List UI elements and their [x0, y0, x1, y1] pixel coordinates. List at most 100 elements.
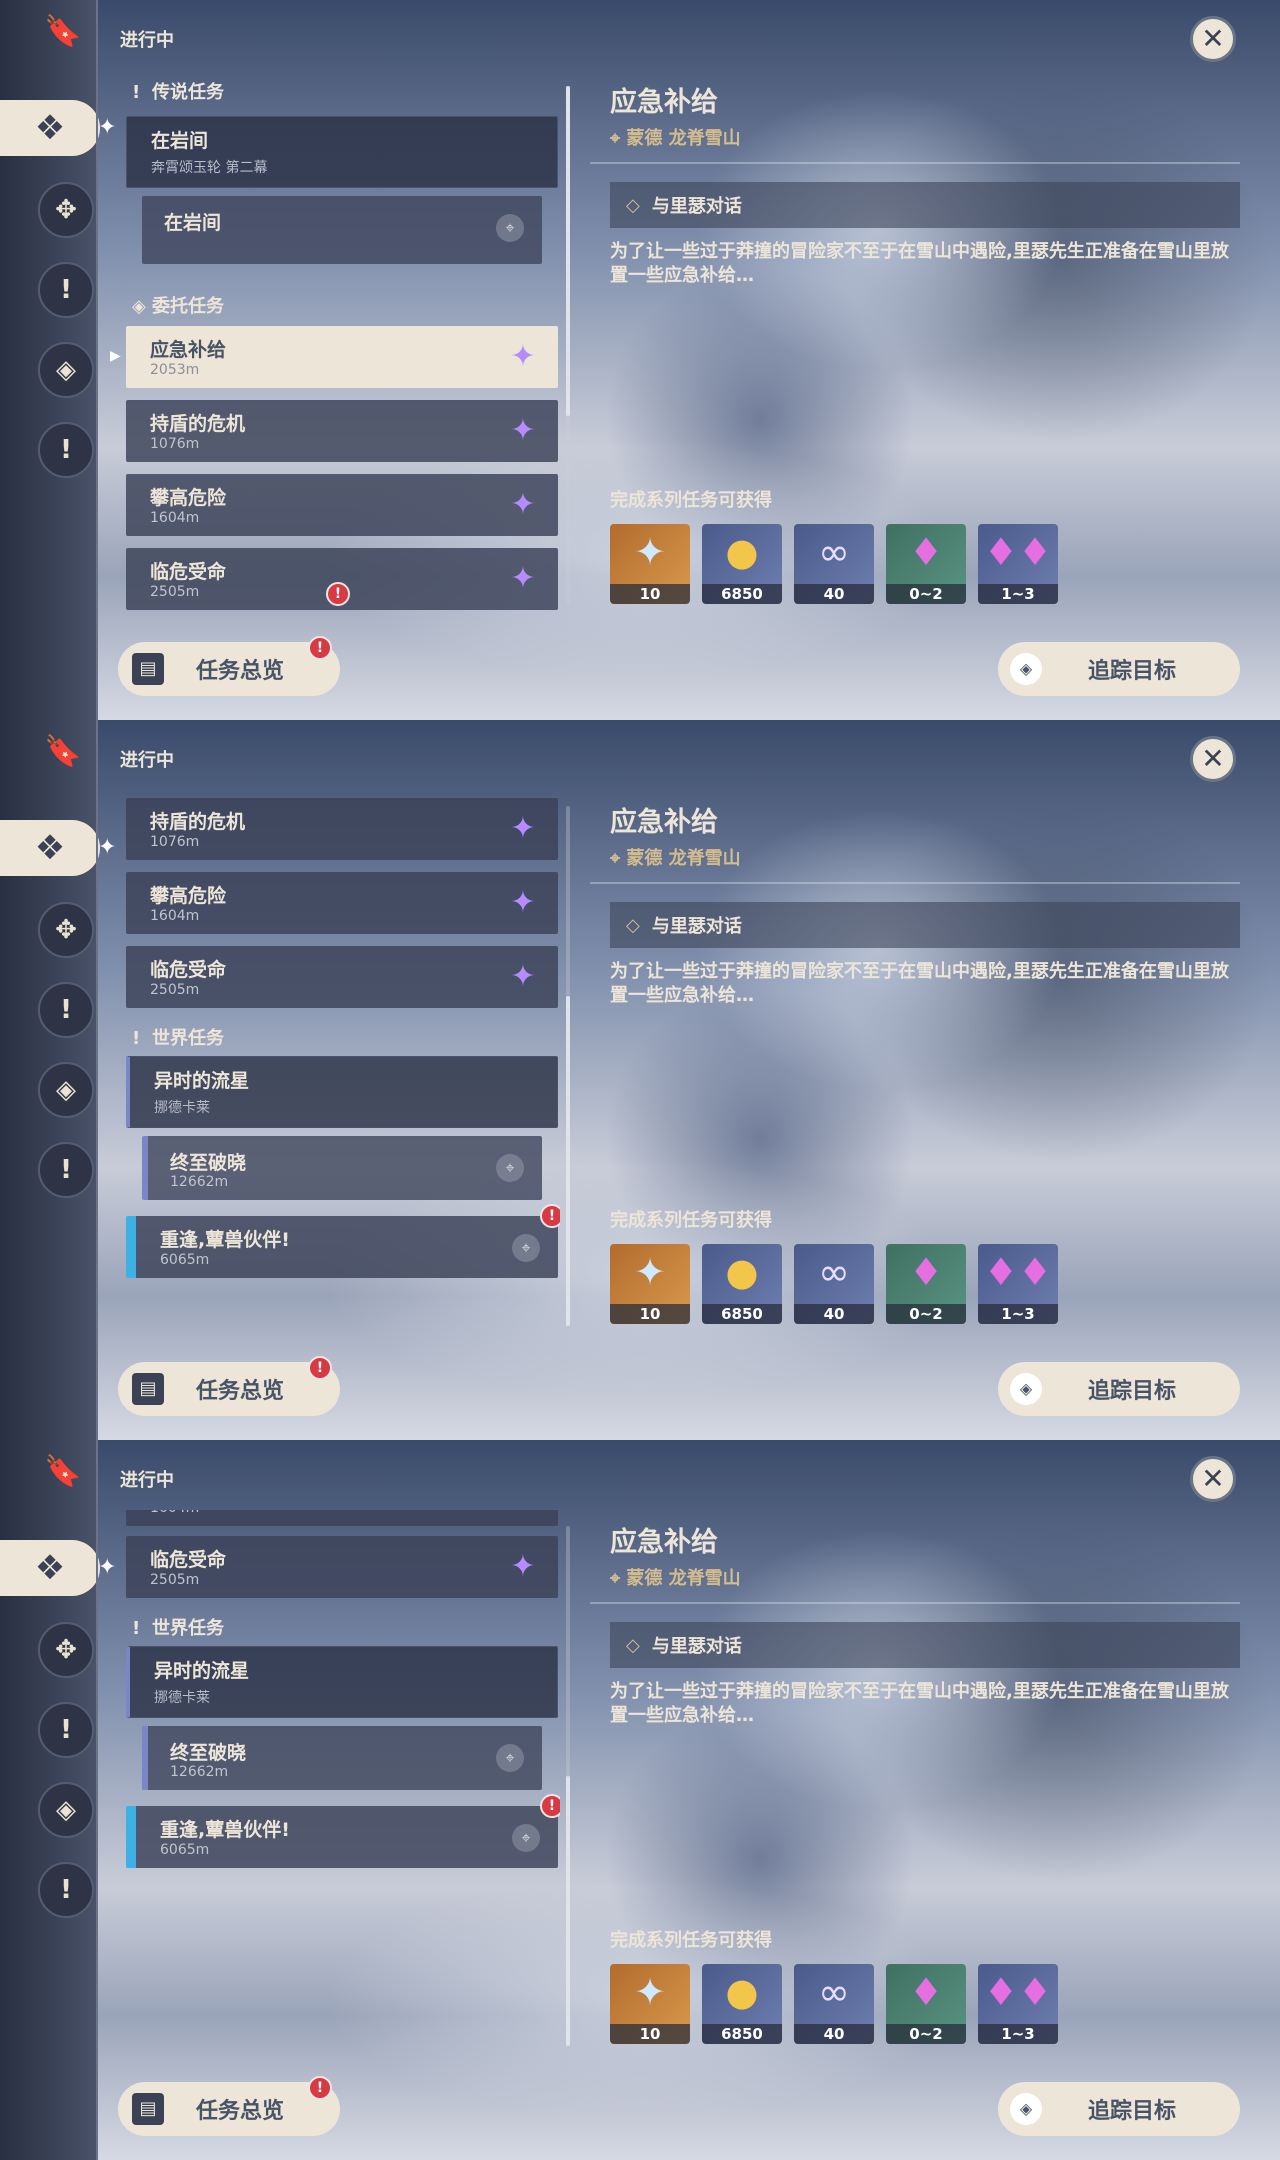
quest-title: 终至破晓 — [170, 1152, 247, 1174]
track-target-button[interactable]: ◈ 追踪目标 — [998, 2082, 1240, 2136]
archon-icon: ✥ — [55, 195, 77, 225]
quest-commission-2[interactable]: 持盾的危机 1076m ✦ — [126, 798, 558, 860]
quest-list[interactable]: 1604m 临危受命 2505m ✦ !世界任务 异时的流星 挪德卡莱 终至破晓… — [120, 1510, 560, 2050]
track-target-button[interactable]: ◈ 追踪目标 — [998, 1362, 1240, 1416]
quest-commission-4[interactable]: 临危受命 2505m ✦ — [126, 1536, 558, 1598]
reward-mora[interactable]: ● 6850 — [702, 1964, 782, 2044]
list-scrollbar[interactable] — [566, 86, 570, 606]
commission-gem-icon: ✦ — [510, 959, 536, 994]
rail-tab-all-quests[interactable]: ❖ — [0, 1540, 100, 1596]
reward-crystal-cluster[interactable]: ♦♦ 1~3 — [978, 1964, 1058, 2044]
rewards-list: ✦ 10 ● 6850 ∞ 40 ♦ 0~2 ♦♦ 1~3 — [610, 1244, 1058, 1324]
section-world: ! 世界任务 — [132, 1028, 224, 1049]
track-target-button[interactable]: ◈ 追踪目标 — [998, 642, 1240, 696]
rail-tab-world[interactable]: ! — [38, 1862, 94, 1918]
detail-description: 为了让一些过于莽撞的冒险家不至于在雪山中遇险,里瑟先生正准备在雪山里放置一些应急… — [610, 1681, 1229, 1726]
close-icon[interactable]: ✕ — [1190, 16, 1236, 62]
quest-commission-4[interactable]: 临危受命 2505m ✦ — [126, 946, 558, 1008]
rail-tab-archon[interactable]: ✥ — [38, 1622, 94, 1678]
reward-count: 10 — [610, 2024, 690, 2044]
rail-tab-legend[interactable]: ! — [38, 262, 94, 318]
quest-commission-1[interactable]: 应急补给 2053m ✦ — [126, 326, 558, 388]
quest-legend-main[interactable]: 在岩间 奔霄颂玉轮 第二幕 — [126, 116, 558, 188]
rail-tab-world[interactable]: ! — [38, 1142, 94, 1198]
quest-legend-sub[interactable]: 在岩间 ⌖ — [142, 196, 542, 264]
quest-panel-1: 🔖 ❖ ✥ ! ◈ ! ✦ 进行中 ! 传说任务 在岩间 奔霄颂玉轮 第二幕 在岩… — [0, 0, 1280, 720]
reward-count: 6850 — [702, 2024, 782, 2044]
reward-crystal-cluster[interactable]: ♦♦ 1~3 — [978, 524, 1058, 604]
scroll-thumb[interactable] — [566, 996, 570, 1326]
rewards-list: ✦ 10 ● 6850 ∞ 40 ♦ 0~2 ♦♦ 1~3 — [610, 524, 1058, 604]
exclamation-icon: ! — [60, 1155, 72, 1185]
reward-companionship[interactable]: ∞ 40 — [794, 1244, 874, 1324]
reward-crystal[interactable]: ♦ 0~2 — [886, 1244, 966, 1324]
quest-commission-2[interactable]: 持盾的危机 1076m ✦ — [126, 400, 558, 462]
location-pin-icon[interactable]: ⌖ — [496, 1744, 524, 1772]
reward-companionship[interactable]: ∞ 40 — [794, 524, 874, 604]
rail-tab-world[interactable]: ! — [38, 422, 94, 478]
quest-overview-button[interactable]: ▤ 任务总览 — [118, 1362, 340, 1416]
reward-count: 1~3 — [978, 2024, 1058, 2044]
detail-title: 应急补给 — [610, 1527, 718, 1558]
reward-primogem[interactable]: ✦ 10 — [610, 1244, 690, 1324]
quest-panel-3: 🔖 ❖ ✥ ! ◈ ! ✦ 进行中 1604m 临危受命 2505m ✦ !世界… — [0, 1440, 1280, 2160]
quest-world-sub[interactable]: 终至破晓 12662m ⌖ — [142, 1726, 542, 1790]
commission-gem-icon: ✦ — [510, 339, 536, 374]
rewards-label: 完成系列任务可获得 — [610, 1930, 772, 1951]
quest-world-2[interactable]: 重逢,蕈兽伙伴! 6065m ⌖ — [126, 1806, 558, 1868]
reward-crystal-cluster[interactable]: ♦♦ 1~3 — [978, 1244, 1058, 1324]
quest-commission-3-partial[interactable]: 1604m — [126, 1510, 558, 1526]
button-label: 任务总览 — [196, 659, 285, 684]
rail-tab-legend[interactable]: ! — [38, 1702, 94, 1758]
quest-list[interactable]: 持盾的危机 1076m ✦ 攀高危险 1604m ✦ 临危受命 2505m ✦ … — [120, 790, 560, 1330]
quest-distance: 6065m — [160, 1842, 210, 1858]
rail-tab-all-quests[interactable]: ❖ — [0, 820, 100, 876]
rail-tab-archon[interactable]: ✥ — [38, 902, 94, 958]
rail-tab-legend[interactable]: ! — [38, 982, 94, 1038]
quest-commission-3[interactable]: 攀高危险 1604m ✦ — [126, 474, 558, 536]
location-pin-icon[interactable]: ⌖ — [512, 1824, 540, 1852]
list-scrollbar[interactable] — [566, 1526, 570, 2046]
close-icon[interactable]: ✕ — [1190, 1456, 1236, 1502]
quest-book-icon[interactable]: 🔖 — [44, 734, 81, 778]
sparkle-icon: ✦ — [98, 1555, 117, 1580]
quest-title: 重逢,蕈兽伙伴! — [160, 1819, 290, 1841]
quest-book-icon[interactable]: 🔖 — [44, 1454, 81, 1498]
list-scrollbar[interactable] — [566, 806, 570, 1326]
quest-commission-3[interactable]: 攀高危险 1604m ✦ — [126, 872, 558, 934]
rail-tab-archon[interactable]: ✥ — [38, 182, 94, 238]
quest-title: 攀高危险 — [150, 487, 227, 509]
rail-tab-commission[interactable]: ◈ — [38, 1062, 94, 1118]
quest-book-icon[interactable]: 🔖 — [44, 14, 81, 58]
alert-badge: ! — [308, 2076, 332, 2100]
reward-primogem[interactable]: ✦ 10 — [610, 524, 690, 604]
commission-gem-icon: ✦ — [510, 811, 536, 846]
quest-title: 终至破晓 — [170, 1742, 247, 1764]
crystal-icon: ♦ — [908, 530, 944, 574]
track-diamond-icon: ◈ — [1010, 2093, 1042, 2125]
location-pin-icon[interactable]: ⌖ — [496, 214, 524, 242]
reward-crystal[interactable]: ♦ 0~2 — [886, 524, 966, 604]
rail-tab-commission[interactable]: ◈ — [38, 342, 94, 398]
close-icon[interactable]: ✕ — [1190, 736, 1236, 782]
quest-world-sub[interactable]: 终至破晓 12662m ⌖ — [142, 1136, 542, 1200]
reward-mora[interactable]: ● 6850 — [702, 524, 782, 604]
in-progress-label: 进行中 — [120, 30, 174, 51]
quest-world-2[interactable]: 重逢,蕈兽伙伴! 6065m ⌖ — [126, 1216, 558, 1278]
in-progress-label: 进行中 — [120, 1470, 174, 1491]
quest-world-main[interactable]: 异时的流星 挪德卡莱 — [126, 1056, 558, 1128]
location-pin-icon[interactable]: ⌖ — [496, 1154, 524, 1182]
location-pin-icon[interactable]: ⌖ — [512, 1234, 540, 1262]
scroll-thumb[interactable] — [566, 86, 570, 416]
quest-world-main[interactable]: 异时的流星 挪德卡莱 — [126, 1646, 558, 1718]
reward-primogem[interactable]: ✦ 10 — [610, 1964, 690, 2044]
quest-overview-button[interactable]: ▤ 任务总览 — [118, 642, 340, 696]
reward-companionship[interactable]: ∞ 40 — [794, 1964, 874, 2044]
reward-crystal[interactable]: ♦ 0~2 — [886, 1964, 966, 2044]
rail-tab-commission[interactable]: ◈ — [38, 1782, 94, 1838]
quest-overview-button[interactable]: ▤ 任务总览 — [118, 2082, 340, 2136]
reward-mora[interactable]: ● 6850 — [702, 1244, 782, 1324]
rail-tab-all-quests[interactable]: ❖ — [0, 100, 100, 156]
scroll-thumb[interactable] — [566, 1776, 570, 2046]
quest-list[interactable]: ! 传说任务 在岩间 奔霄颂玉轮 第二幕 在岩间 ⌖ ◈ 委托任务 应急补给 205… — [120, 70, 560, 610]
